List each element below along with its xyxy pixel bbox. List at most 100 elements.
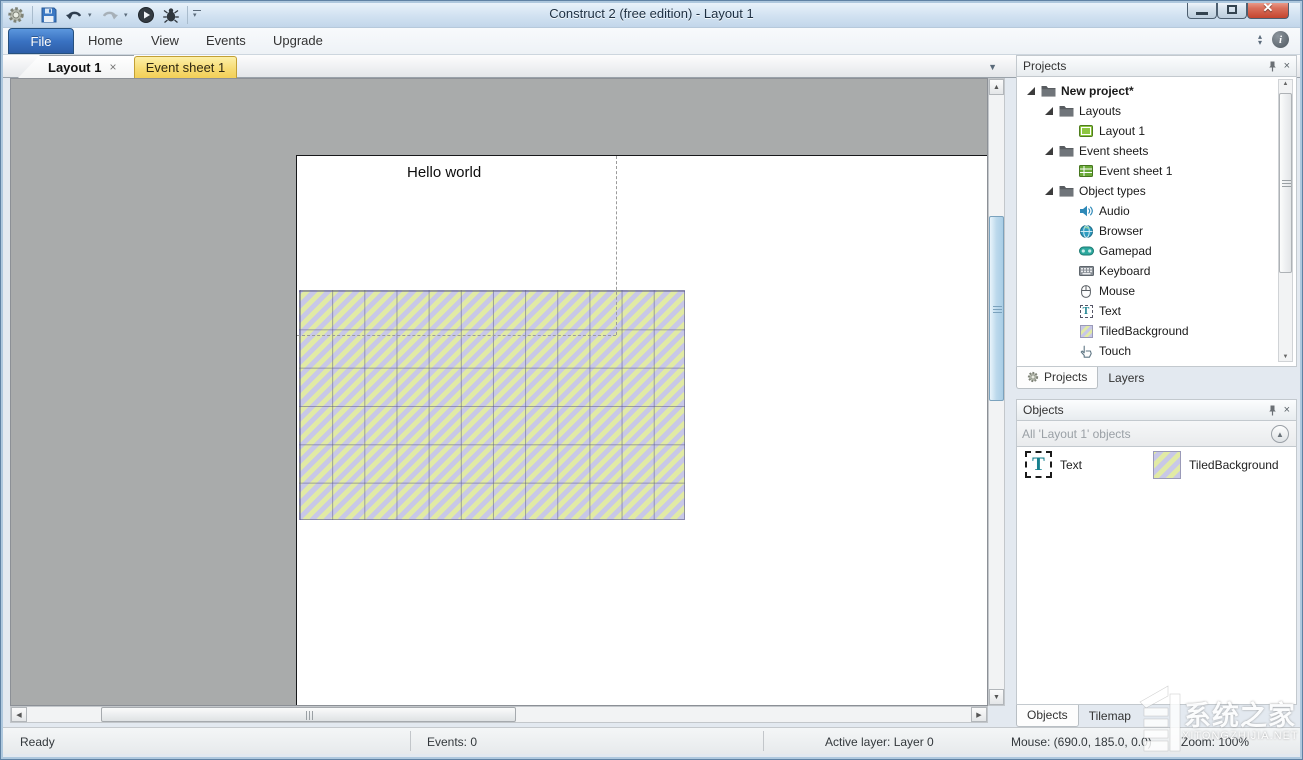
tree-item-keyboard[interactable]: Keyboard [1025, 261, 1296, 281]
tiled-background-object[interactable] [299, 290, 685, 520]
scroll-down-icon[interactable]: ▼ [989, 689, 1004, 705]
tab-tilemap[interactable]: Tilemap [1079, 706, 1141, 727]
folder-icon [1058, 184, 1074, 198]
close-icon: ✕ [1263, 0, 1274, 16]
tree-item-object-types[interactable]: Object types [1025, 181, 1296, 201]
canvas-vertical-scrollbar[interactable]: ▲ ▼ [988, 78, 1005, 706]
tree-item-text[interactable]: T Text [1025, 301, 1296, 321]
tab-event-sheet-1[interactable]: Event sheet 1 [134, 56, 237, 78]
layout-area[interactable]: Hello world [296, 155, 988, 706]
minimize-button[interactable] [1187, 0, 1217, 19]
folder-icon [1040, 84, 1056, 98]
status-divider [410, 731, 411, 751]
tree-item-layout-1[interactable]: Layout 1 [1025, 121, 1296, 141]
projects-tree-scrollbar[interactable]: ▲ ▼ [1278, 79, 1293, 362]
tree-item-gamepad[interactable]: Gamepad [1025, 241, 1296, 261]
keyboard-icon [1078, 264, 1094, 278]
tree-item-new-project[interactable]: New project* [1025, 81, 1296, 101]
objects-filter-bar: All 'Layout 1' objects ▲ [1016, 421, 1297, 447]
expander-icon[interactable] [1045, 187, 1053, 195]
titlebar: ▾ ▾ ▾ Construct 2 (free edition) - Layou… [0, 0, 1303, 28]
minimize-icon [1196, 12, 1208, 15]
maximize-button[interactable] [1217, 0, 1247, 19]
tree-item-mouse[interactable]: Mouse [1025, 281, 1296, 301]
tree-item-label: New project* [1061, 84, 1134, 98]
browser-icon [1078, 224, 1094, 238]
tree-item-label: Object types [1079, 184, 1146, 198]
tree-item-label: Audio [1099, 204, 1130, 218]
folder-up-button[interactable]: ▲ [1271, 425, 1289, 443]
tab-objects[interactable]: Objects [1016, 705, 1079, 727]
vertical-scroll-thumb[interactable] [989, 216, 1004, 401]
scroll-left-icon[interactable]: ◀ [11, 707, 27, 722]
expander-icon[interactable] [1045, 147, 1053, 155]
tree-item-label: Keyboard [1099, 264, 1150, 278]
tree-item-audio[interactable]: Audio [1025, 201, 1296, 221]
tab-projects[interactable]: Projects [1016, 367, 1098, 389]
tab-close-icon[interactable]: × [109, 62, 116, 72]
object-item-tiledbackground[interactable]: TiledBackground [1153, 451, 1279, 479]
objects-list[interactable]: T Text TiledBackground [1016, 447, 1297, 705]
tab-view[interactable]: View [151, 33, 179, 48]
tab-layout-1[interactable]: Layout 1 × [18, 55, 134, 78]
tree-scroll-thumb[interactable] [1279, 93, 1292, 273]
file-menu-button[interactable]: File [8, 28, 74, 54]
event-sheet-icon [1078, 164, 1094, 178]
object-item-text[interactable]: T Text [1025, 451, 1082, 478]
tree-item-event-sheet-1[interactable]: Event sheet 1 [1025, 161, 1296, 181]
panel-close-icon[interactable]: × [1284, 60, 1290, 72]
tab-projects-label: Projects [1044, 370, 1087, 384]
ribbon-collapse-icon[interactable]: ▴▾ [1258, 34, 1262, 46]
close-button[interactable]: ✕ [1247, 0, 1289, 19]
layout-icon [1078, 124, 1094, 138]
folder-icon [1058, 144, 1074, 158]
tab-home[interactable]: Home [88, 33, 123, 48]
tab-layers-label: Layers [1108, 371, 1144, 385]
expander-icon[interactable] [1045, 107, 1053, 115]
touch-icon [1078, 344, 1094, 358]
text-object[interactable]: Hello world [407, 164, 481, 181]
tab-events[interactable]: Events [206, 33, 246, 48]
scroll-right-icon[interactable]: ▶ [971, 707, 987, 722]
gamepad-icon [1078, 244, 1094, 258]
tree-item-tiledbackground[interactable]: TiledBackground [1025, 321, 1296, 341]
tree-item-touch[interactable]: Touch [1025, 341, 1296, 361]
projects-tree[interactable]: New project* Layouts Layout 1 Event shee… [1016, 77, 1297, 367]
tab-list-dropdown-icon[interactable]: ▼ [988, 62, 997, 72]
expander-icon[interactable] [1027, 87, 1035, 95]
projects-panel-title: Projects [1023, 59, 1066, 73]
object-item-label: TiledBackground [1189, 458, 1279, 472]
status-mouse-coords: Mouse: (690.0, 185.0, 0.0) [1011, 735, 1152, 749]
tree-item-event-sheets[interactable]: Event sheets [1025, 141, 1296, 161]
tab-upgrade[interactable]: Upgrade [273, 33, 323, 48]
status-bar: Ready Events: 0 Active layer: Layer 0 Mo… [3, 727, 1300, 754]
tree-item-label: Layouts [1079, 104, 1121, 118]
status-active-layer: Active layer: Layer 0 [825, 735, 934, 749]
tab-layers[interactable]: Layers [1098, 368, 1154, 389]
horizontal-scroll-thumb[interactable] [101, 707, 516, 722]
tree-item-browser[interactable]: Browser [1025, 221, 1296, 241]
tree-item-label: Touch [1099, 344, 1131, 358]
objects-filter-label: All 'Layout 1' objects [1022, 427, 1131, 441]
tree-item-label: Event sheet 1 [1099, 164, 1172, 178]
layout-canvas[interactable]: Hello world [10, 78, 988, 706]
about-info-button[interactable]: i [1272, 31, 1289, 48]
tiled-background-icon [1078, 324, 1094, 338]
tree-item-label: Layout 1 [1099, 124, 1145, 138]
ribbon-bar: File Home View Events Upgrade ▴▾ i [0, 28, 1303, 55]
tree-item-label: Browser [1099, 224, 1143, 238]
canvas-horizontal-scrollbar[interactable]: ◀ ▶ [10, 706, 988, 723]
panel-divider[interactable] [1005, 78, 1016, 723]
tree-item-label: Gamepad [1099, 244, 1152, 258]
tiled-background-icon [1153, 451, 1181, 479]
scroll-up-icon[interactable]: ▲ [989, 79, 1004, 95]
pin-icon[interactable] [1268, 405, 1277, 416]
objects-panel-header: Objects × [1016, 399, 1297, 421]
tree-item-layouts[interactable]: Layouts [1025, 101, 1296, 121]
scroll-down-icon[interactable]: ▼ [1279, 354, 1292, 360]
scroll-up-icon[interactable]: ▲ [1279, 81, 1292, 87]
panel-close-icon[interactable]: × [1284, 404, 1290, 416]
tree-item-label: Event sheets [1079, 144, 1148, 158]
tree-item-label: Text [1099, 304, 1121, 318]
pin-icon[interactable] [1268, 61, 1277, 72]
